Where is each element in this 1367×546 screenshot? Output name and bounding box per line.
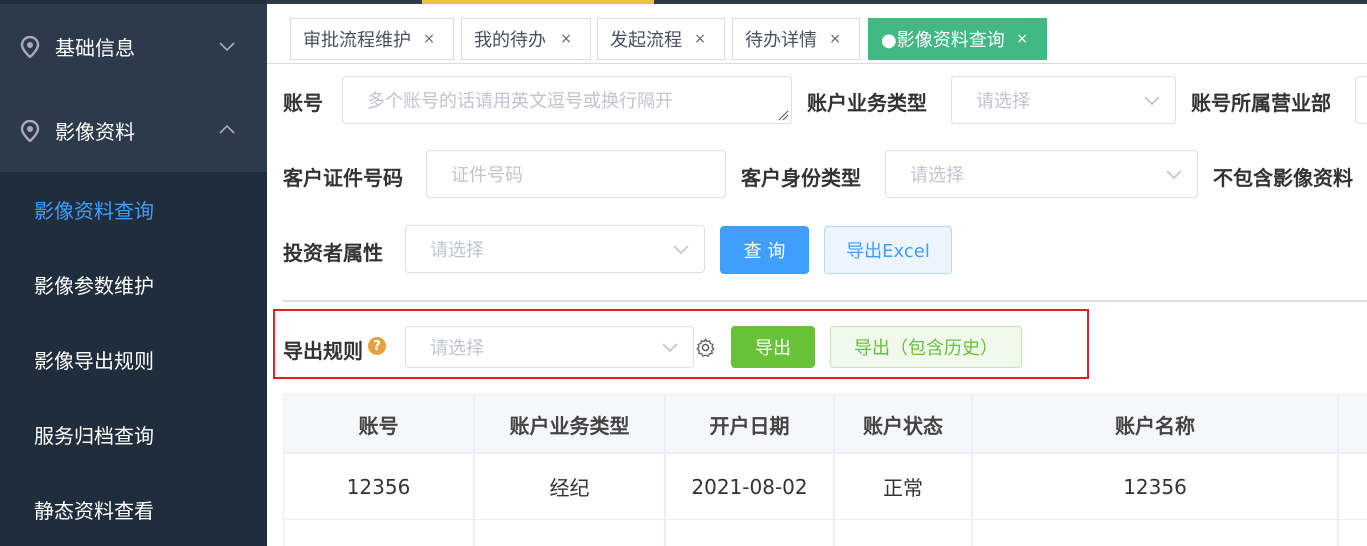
app-root: 基础信息 影像资料 影像资料查询 影像参数维护 影像导出规则 服务归档查询 静态…	[0, 0, 1367, 546]
sidebar-item-image-query[interactable]: 影像资料查询	[0, 172, 267, 247]
chevron-down-icon	[219, 42, 235, 52]
column-header[interactable]: 开户日期	[666, 395, 835, 453]
results-table: 账号 账户业务类型 开户日期 账户状态 账户名称 12356 经纪 2021-0…	[283, 394, 1367, 546]
column-header[interactable]: 账户状态	[835, 395, 973, 453]
table-cell: 12356	[973, 454, 1339, 520]
export-rule-select[interactable]: 请选择	[405, 326, 694, 368]
sidebar-item-label: 服务归档查询	[34, 424, 154, 448]
gear-icon[interactable]	[695, 337, 716, 358]
chevron-up-icon	[219, 124, 235, 134]
export-rule-placeholder: 请选择	[430, 338, 484, 359]
sidebar-item-label: 影像导出规则	[34, 349, 154, 373]
resize-handle-icon[interactable]	[777, 109, 789, 121]
column-header[interactable]: 账户名称	[973, 395, 1339, 453]
column-header[interactable]: 账户业务类型	[475, 395, 666, 453]
chevron-down-icon	[1166, 170, 1182, 180]
sidebar-group-label: 影像资料	[55, 119, 135, 144]
help-icon[interactable]: ?	[368, 337, 386, 355]
id-number-label: 客户证件号码	[283, 166, 403, 190]
tab-my-todo[interactable]: 我的待办 ×	[461, 18, 591, 60]
table-cell	[973, 520, 1339, 546]
tab-label: ●影像资料查询	[881, 30, 1005, 51]
business-type-label: 账户业务类型	[807, 91, 927, 115]
sidebar-item-label: 静态资料查看	[34, 499, 154, 523]
chevron-down-icon	[1144, 96, 1160, 106]
table-cell	[1339, 454, 1367, 520]
location-pin-icon	[20, 36, 40, 58]
column-header[interactable]: 账号	[284, 395, 475, 453]
sidebar-group-images[interactable]: 影像资料	[0, 88, 267, 172]
table-cell	[835, 520, 973, 546]
sidebar-item-label: 影像参数维护	[34, 274, 154, 298]
query-button[interactable]: 查 询	[720, 226, 809, 274]
sidebar-group-basic-info[interactable]: 基础信息	[0, 4, 267, 88]
close-icon[interactable]: ×	[829, 31, 841, 47]
tab-start-flow[interactable]: 发起流程 ×	[597, 18, 725, 60]
id-number-input[interactable]: 证件号码	[426, 150, 726, 198]
close-icon[interactable]: ×	[560, 31, 572, 47]
investor-select[interactable]: 请选择	[405, 225, 705, 273]
table-cell	[475, 520, 666, 546]
business-type-select[interactable]: 请选择	[951, 76, 1176, 124]
account-input[interactable]: 多个账号的话请用英文逗号或换行隔开	[342, 76, 792, 124]
table-header: 账号 账户业务类型 开户日期 账户状态 账户名称	[284, 394, 1367, 454]
identity-type-placeholder: 请选择	[910, 165, 964, 186]
tab-label: 我的待办	[474, 30, 546, 51]
chevron-down-icon	[662, 343, 678, 353]
export-history-button[interactable]: 导出（包含历史）	[830, 326, 1022, 368]
tab-todo-detail[interactable]: 待办详情 ×	[732, 18, 860, 60]
table-cell: 2021-08-02	[666, 454, 835, 520]
export-excel-button[interactable]: 导出Excel	[824, 226, 952, 274]
tab-label: 待办详情	[745, 30, 817, 51]
sidebar-item-static-data[interactable]: 静态资料查看	[0, 472, 267, 546]
table-cell: 经纪	[475, 454, 666, 520]
branch-select[interactable]	[1355, 76, 1367, 124]
table-cell	[666, 520, 835, 546]
tab-image-query[interactable]: ●影像资料查询 ×	[868, 18, 1047, 60]
investor-label: 投资者属性	[283, 241, 383, 265]
close-icon[interactable]: ×	[423, 31, 435, 47]
divider	[282, 300, 1367, 302]
sidebar: 基础信息 影像资料 影像资料查询 影像参数维护 影像导出规则 服务归档查询 静态…	[0, 0, 267, 546]
table-cell: 12356	[284, 454, 475, 520]
identity-type-label: 客户身份类型	[741, 166, 861, 190]
sidebar-item-export-rules[interactable]: 影像导出规则	[0, 322, 267, 397]
exclude-images-label: 不包含影像资料	[1213, 166, 1353, 190]
tab-label: 审批流程维护	[303, 30, 411, 51]
tab-bar: 审批流程维护 × 我的待办 × 发起流程 × 待办详情 × ●影像资料查询 ×	[267, 4, 1367, 64]
sidebar-item-image-params[interactable]: 影像参数维护	[0, 247, 267, 322]
id-number-placeholder: 证件号码	[451, 165, 523, 186]
sidebar-group-label: 基础信息	[55, 35, 135, 60]
export-rule-label: 导出规则	[283, 339, 363, 363]
close-icon[interactable]: ×	[1016, 31, 1028, 47]
tab-label: 发起流程	[610, 30, 682, 51]
location-pin-icon	[20, 120, 40, 142]
branch-label: 账号所属营业部	[1191, 91, 1331, 115]
export-button[interactable]: 导出	[731, 326, 815, 368]
chevron-down-icon	[673, 245, 689, 255]
identity-type-select[interactable]: 请选择	[885, 150, 1198, 198]
sidebar-item-archive-query[interactable]: 服务归档查询	[0, 397, 267, 472]
account-placeholder: 多个账号的话请用英文逗号或换行隔开	[367, 91, 673, 112]
table-cell	[284, 520, 475, 546]
column-header	[1339, 395, 1367, 453]
investor-placeholder: 请选择	[430, 240, 484, 261]
close-icon[interactable]: ×	[694, 31, 706, 47]
tab-approval-flow[interactable]: 审批流程维护 ×	[290, 18, 454, 60]
table-cell: 正常	[835, 454, 973, 520]
account-label: 账号	[283, 91, 323, 115]
sidebar-item-label: 影像资料查询	[34, 199, 154, 223]
business-type-placeholder: 请选择	[976, 91, 1030, 112]
